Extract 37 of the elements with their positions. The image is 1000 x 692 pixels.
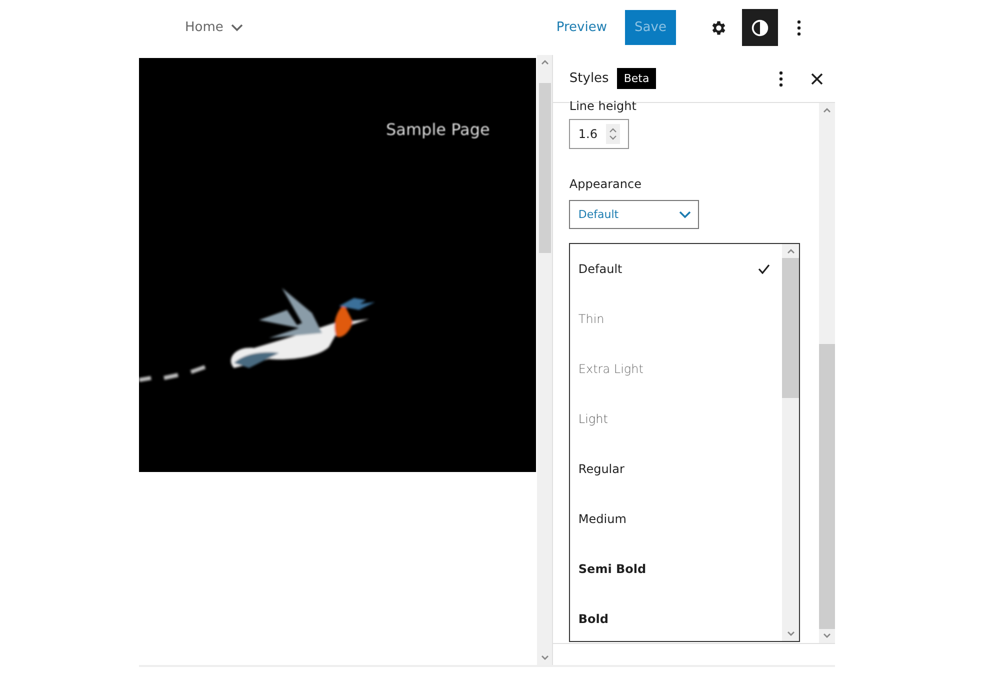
chevron-down-icon	[679, 210, 692, 218]
scroll-up-icon[interactable]	[786, 248, 795, 254]
line-height-label: Line height	[569, 99, 638, 113]
appearance-option[interactable]: Regular	[570, 444, 782, 494]
scrollbar-thumb[interactable]	[819, 344, 835, 629]
beta-badge: Beta	[616, 68, 656, 89]
scroll-down-icon[interactable]	[540, 655, 549, 661]
more-vertical-icon	[797, 20, 801, 36]
appearance-option[interactable]: Bold	[570, 594, 782, 644]
appearance-select[interactable]: Default	[569, 200, 700, 229]
close-icon	[811, 72, 823, 84]
appearance-option[interactable]: Medium	[570, 494, 782, 544]
scroll-up-icon[interactable]	[823, 107, 831, 113]
listbox-scrollbar[interactable]	[782, 244, 800, 641]
chevron-down-icon	[231, 24, 244, 32]
panel-title: Styles	[569, 71, 609, 86]
scrollbar-thumb[interactable]	[782, 258, 800, 398]
more-vertical-icon	[779, 70, 783, 86]
appearance-option[interactable]: Default	[570, 244, 782, 294]
scroll-down-icon[interactable]	[786, 631, 795, 637]
scroll-up-icon[interactable]	[540, 59, 549, 65]
appearance-option[interactable]: Semi Bold	[570, 544, 782, 594]
line-height-input[interactable]: 1.6	[569, 119, 630, 149]
site-title: Sample Page	[386, 120, 490, 139]
scroll-down-icon[interactable]	[823, 633, 831, 639]
appearance-option[interactable]: Light	[570, 394, 782, 444]
appearance-label: Appearance	[569, 177, 642, 191]
contrast-icon	[751, 18, 769, 36]
stepper-icon	[608, 127, 616, 141]
appearance-option[interactable]: Extra Light	[570, 344, 782, 394]
styles-toggle-button[interactable]	[742, 9, 778, 46]
appearance-option[interactable]: Thin	[570, 294, 782, 344]
panel-scrollbar[interactable]	[819, 103, 835, 643]
breadcrumb-dropdown[interactable]: Home	[185, 20, 244, 35]
scrollbar-thumb[interactable]	[538, 83, 551, 253]
preview-button[interactable]: Preview	[556, 20, 607, 35]
canvas-scrollbar[interactable]	[537, 55, 552, 665]
